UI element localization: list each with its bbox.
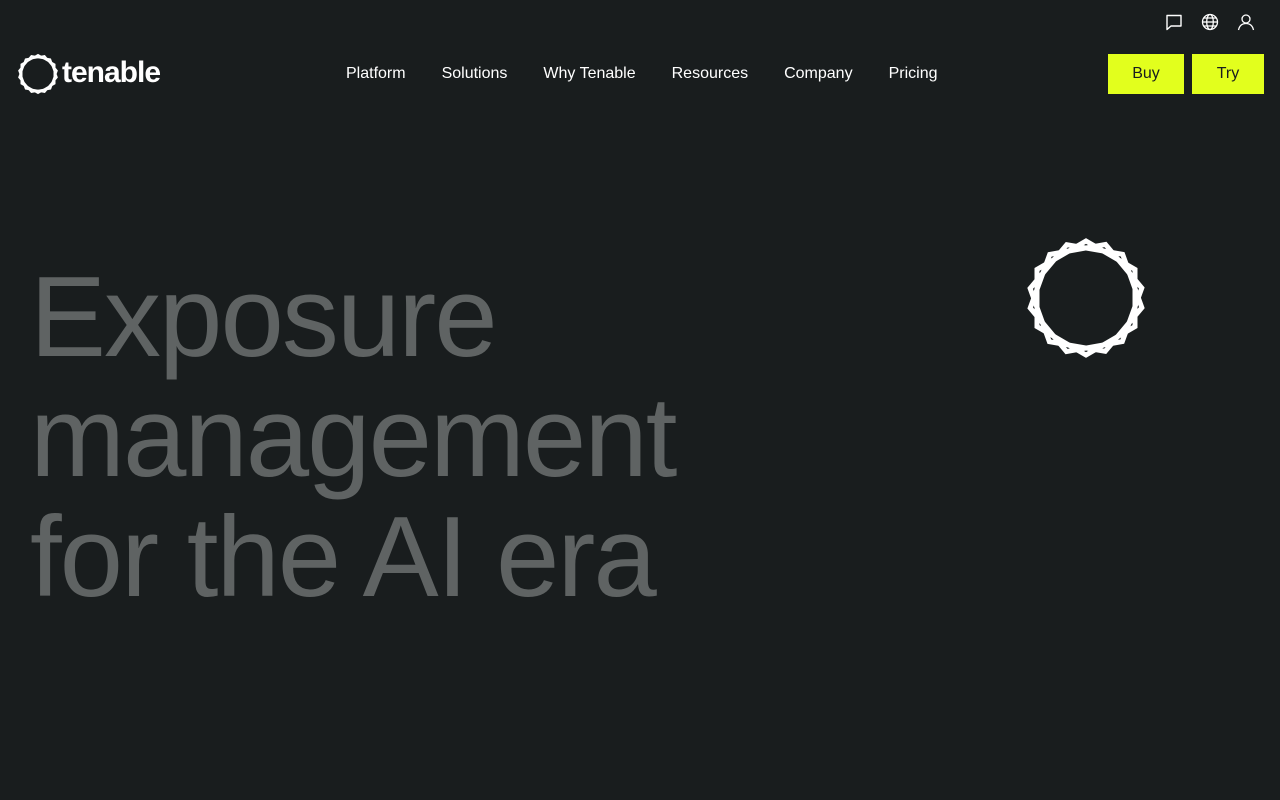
main-nav: Platform Solutions Why Tenable Resources… [328,54,955,94]
nav-item-solutions[interactable]: Solutions [424,65,526,83]
hero-line-2: management [30,374,677,501]
globe-icon[interactable] [1200,12,1220,32]
chat-icon[interactable] [1164,12,1184,32]
nav-item-platform[interactable]: Platform [328,65,424,83]
brand-name: tenable [62,56,161,89]
buy-button[interactable]: Buy [1108,54,1184,94]
hero-line-3: for the AI era [30,494,657,621]
nav-item-resources[interactable]: Resources [654,65,766,83]
nav-item-company[interactable]: Company [766,65,870,83]
hexagon-graphic [1027,238,1145,358]
utility-bar [1164,12,1256,32]
try-button[interactable]: Try [1192,54,1264,94]
nav-item-pricing[interactable]: Pricing [871,65,956,83]
nav-item-why-tenable[interactable]: Why Tenable [525,65,653,83]
cta-group: Buy Try [1108,54,1264,94]
tenable-logo[interactable]: tenable [16,52,161,96]
hero-headline: Exposure management for the AI era [30,254,677,621]
user-icon[interactable] [1236,12,1256,32]
page: tenable Platform Solutions Why Tenable R… [0,0,1280,800]
hero-line-1: Exposure [30,254,498,381]
tenable-hexagon-logo [18,53,58,95]
